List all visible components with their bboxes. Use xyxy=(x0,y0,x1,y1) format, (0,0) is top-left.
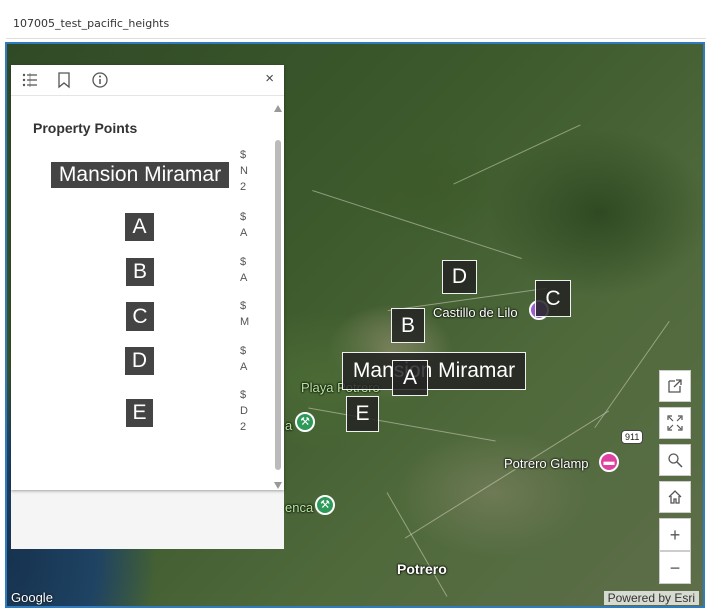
minus-icon: − xyxy=(669,558,681,578)
external-link-icon xyxy=(668,379,682,393)
info-icon[interactable] xyxy=(91,71,109,89)
open-in-new-button[interactable] xyxy=(659,370,691,402)
search-icon xyxy=(668,453,683,468)
road xyxy=(453,124,581,185)
legend-content: Property Points Mansion Miramar $ N 2 A … xyxy=(11,96,273,489)
park-poi-icon[interactable]: ⚒ xyxy=(315,495,335,515)
legend-symbol-a: A xyxy=(125,213,154,241)
legend-label: $ D 2 xyxy=(240,389,248,433)
map-marker-mansion-miramar[interactable]: Mansion Miramar xyxy=(342,352,526,390)
horizontal-scrollbar[interactable] xyxy=(43,486,243,489)
place-label-partial-a: a xyxy=(285,418,293,433)
fullscreen-icon xyxy=(667,415,683,431)
park-poi-icon[interactable]: ⚒ xyxy=(295,412,315,432)
fullscreen-button[interactable] xyxy=(659,407,691,439)
google-attribution: Google xyxy=(11,590,53,605)
map-marker-d[interactable]: D xyxy=(442,260,477,294)
vertical-scrollbar[interactable] xyxy=(273,103,284,489)
road xyxy=(312,190,522,259)
map-toolbar: + − xyxy=(659,370,691,584)
window-title: 107005_test_pacific_heights xyxy=(13,17,170,30)
map-marker-a[interactable]: A xyxy=(392,360,428,396)
scroll-up-icon[interactable] xyxy=(274,105,282,112)
legend-panel: × Property Points Mansion Miramar $ N 2 … xyxy=(11,65,284,490)
panel-footer xyxy=(11,490,284,549)
title-divider xyxy=(6,38,706,39)
close-panel-button[interactable]: × xyxy=(265,70,274,87)
legend-symbol-c: C xyxy=(126,302,154,331)
legend-symbol-b: B xyxy=(126,258,154,286)
bookmark-icon[interactable] xyxy=(55,71,73,89)
attribution-bar: Google Powered by Esri xyxy=(7,590,703,606)
title-bar: 107005_test_pacific_heights xyxy=(0,0,714,40)
plus-icon: + xyxy=(669,525,681,545)
place-label-castillo: Castillo de Lilo xyxy=(433,305,518,320)
legend-symbol-mansion-miramar: Mansion Miramar xyxy=(51,162,229,188)
panel-header: × xyxy=(11,65,284,96)
legend-list-icon[interactable] xyxy=(21,71,39,89)
vertical-scroll-thumb[interactable] xyxy=(275,140,281,470)
place-label-partial-enca: enca xyxy=(285,500,314,515)
map-marker-c[interactable]: C xyxy=(535,280,571,317)
place-label-glamp: Potrero Glamp xyxy=(504,456,589,471)
road xyxy=(386,492,448,597)
legend-label: $ M xyxy=(240,300,250,328)
map-marker-b[interactable]: B xyxy=(391,308,425,343)
home-icon xyxy=(668,490,682,504)
route-shield: 911 xyxy=(621,430,644,444)
zoom-controls: + − xyxy=(659,518,691,584)
layer-title: Property Points xyxy=(33,120,138,136)
hotel-poi-icon[interactable]: ▬ xyxy=(599,452,619,472)
search-button[interactable] xyxy=(659,444,691,476)
legend-label: $ A xyxy=(240,256,248,284)
map-marker-e[interactable]: E xyxy=(346,396,379,432)
legend-label: $ N 2 xyxy=(240,149,248,193)
legend-symbol-e: E xyxy=(126,399,153,427)
scroll-down-icon[interactable] xyxy=(274,482,282,489)
home-button[interactable] xyxy=(659,481,691,513)
esri-attribution[interactable]: Powered by Esri xyxy=(603,591,699,605)
legend-label: $ A xyxy=(240,345,248,373)
legend-symbol-d: D xyxy=(125,347,154,375)
zoom-in-button[interactable]: + xyxy=(659,518,691,551)
legend-label: $ A xyxy=(240,211,248,239)
place-label-potrero: Potrero xyxy=(397,561,447,577)
zoom-out-button[interactable]: − xyxy=(659,551,691,584)
